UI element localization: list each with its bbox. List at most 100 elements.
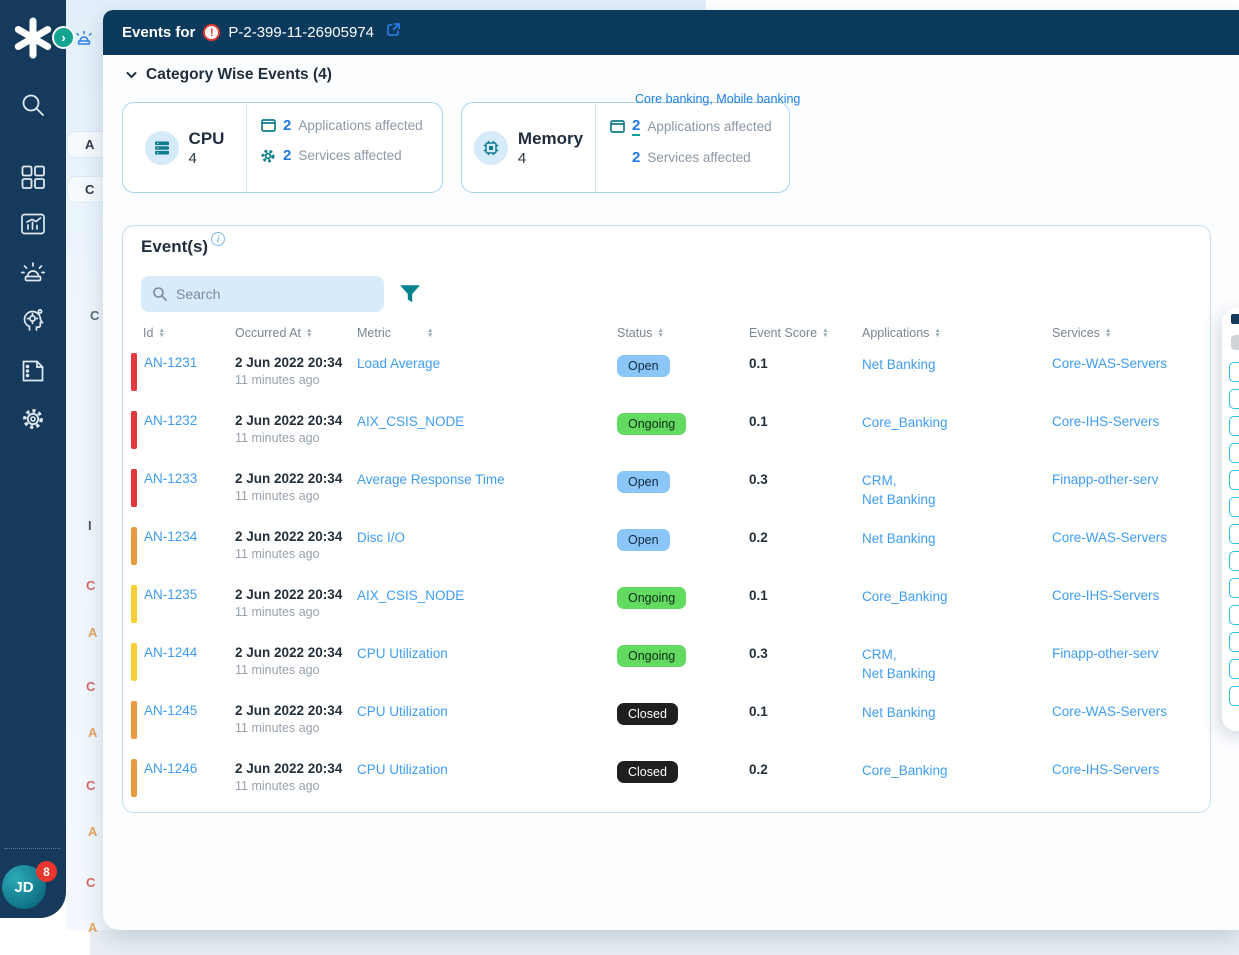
application-link[interactable]: Net Banking [862, 490, 1052, 509]
metric-link[interactable]: Load Average [357, 356, 440, 371]
occurred-at-cell: 2 Jun 2022 20:34 11 minutes ago [235, 466, 357, 503]
severity-bar [131, 643, 137, 681]
filter-item[interactable] [1229, 443, 1239, 463]
event-id-link[interactable]: AN-1246 [144, 761, 197, 797]
id-cell: AN-1233 [131, 466, 235, 507]
column-header-services[interactable]: Services ▲ ▼ [1052, 326, 1210, 340]
background-bottom-strip [90, 930, 1239, 955]
event-id-link[interactable]: AN-1244 [144, 645, 197, 681]
application-link[interactable]: Core_Banking [862, 413, 1052, 432]
event-id-link[interactable]: AN-1232 [144, 413, 197, 449]
filter-item[interactable] [1229, 389, 1239, 409]
services-affected-count[interactable]: 2 [283, 147, 291, 164]
filter-item[interactable] [1229, 578, 1239, 598]
occurred-at-cell: 2 Jun 2022 20:34 11 minutes ago [235, 350, 357, 387]
filter-item[interactable] [1229, 470, 1239, 490]
severity-bar [131, 585, 137, 623]
applications-icon [609, 119, 625, 135]
filter-item[interactable] [1229, 551, 1239, 571]
filter-item[interactable] [1229, 605, 1239, 625]
filter-panel-input[interactable] [1231, 335, 1239, 350]
category-section-toggle[interactable]: Category Wise Events (4) [126, 66, 332, 84]
application-link[interactable]: Net Banking [862, 703, 1052, 722]
severity-bar [131, 411, 137, 449]
filter-item[interactable] [1229, 497, 1239, 517]
event-score-value: 0.2 [749, 530, 768, 545]
search-input[interactable] [176, 286, 356, 302]
filter-funnel-icon[interactable] [399, 283, 421, 305]
column-header-status[interactable]: Status ▲ ▼ [617, 326, 749, 340]
application-link[interactable]: Core_Banking [862, 587, 1052, 606]
applications-cell: CRM, Net Banking [862, 466, 1052, 509]
metric-link[interactable]: AIX_CSIS_NODE [357, 588, 464, 603]
service-link[interactable]: Core-WAS-Servers [1052, 356, 1167, 371]
application-link[interactable]: Net Banking [862, 529, 1052, 548]
category-name: Memory [517, 128, 584, 148]
service-link[interactable]: Finapp-other-serv [1052, 646, 1159, 661]
metric-cell: Disc I/O [357, 524, 617, 547]
column-header-applications[interactable]: Applications ▲ ▼ [862, 326, 1052, 340]
filter-side-panel [1222, 308, 1239, 731]
applications-affected-count[interactable]: 2 [283, 117, 291, 134]
filter-item[interactable] [1229, 362, 1239, 382]
event-id-link[interactable]: AN-1234 [144, 529, 197, 565]
application-link[interactable]: CRM, [862, 645, 1052, 664]
metric-link[interactable]: CPU Utilization [357, 646, 448, 661]
column-header-occurred-at[interactable]: Occurred At ▲ ▼ [235, 326, 357, 340]
filter-item[interactable] [1229, 686, 1239, 706]
status-badge: Closed [617, 761, 678, 783]
alarm-siren-icon[interactable] [19, 258, 47, 286]
applications-affected-count[interactable]: 2 [632, 117, 641, 136]
metric-link[interactable]: Average Response Time [357, 472, 505, 487]
category-card-memory: Memory 4 2 Applications affected 2 Servi… [461, 102, 790, 193]
application-link[interactable]: Core_Banking [862, 761, 1052, 780]
event-score-cell: 0.2 [749, 756, 862, 779]
metric-link[interactable]: Disc I/O [357, 530, 405, 545]
event-score-cell: 0.1 [749, 582, 862, 605]
filter-item[interactable] [1229, 524, 1239, 544]
filter-panel-icon[interactable] [1231, 314, 1239, 324]
application-link[interactable]: Net Banking [862, 664, 1052, 683]
analytics-chart-icon[interactable] [19, 210, 47, 238]
column-header-id[interactable]: Id ▲ ▼ [131, 326, 235, 340]
background-glyph: C [86, 679, 96, 694]
services-cell: Core-WAS-Servers [1052, 524, 1210, 547]
filter-item[interactable] [1229, 659, 1239, 679]
service-link[interactable]: Core-IHS-Servers [1052, 588, 1159, 603]
open-in-new-icon[interactable] [386, 22, 401, 37]
ai-insights-head-icon[interactable] [19, 306, 47, 334]
service-link[interactable]: Core-WAS-Servers [1052, 704, 1167, 719]
reports-icon[interactable] [19, 357, 47, 385]
metric-link[interactable]: CPU Utilization [357, 762, 448, 777]
id-cell: AN-1234 [131, 524, 235, 565]
filter-item[interactable] [1229, 632, 1239, 652]
dashboard-grid-icon[interactable] [19, 163, 47, 191]
service-link[interactable]: Core-IHS-Servers [1052, 414, 1159, 429]
info-icon[interactable]: i [211, 232, 226, 246]
settings-gear-icon[interactable] [19, 405, 47, 433]
services-affected-count[interactable]: 2 [632, 149, 640, 166]
app-logo-icon[interactable] [11, 16, 55, 60]
application-link[interactable]: CRM, [862, 471, 1052, 490]
event-id-link[interactable]: AN-1235 [144, 587, 197, 623]
chevron-down-icon [126, 72, 137, 79]
service-link[interactable]: Core-IHS-Servers [1052, 762, 1159, 777]
filter-item[interactable] [1229, 416, 1239, 436]
metric-link[interactable]: AIX_CSIS_NODE [357, 414, 464, 429]
application-link[interactable]: Net Banking [862, 355, 1052, 374]
sidebar-expand-toggle[interactable]: › [52, 26, 75, 49]
search-nav-icon[interactable] [19, 91, 47, 119]
status-cell: Open [617, 466, 749, 493]
event-id-link[interactable]: AN-1231 [144, 355, 197, 391]
status-badge: Closed [617, 703, 678, 725]
status-cell: Ongoing [617, 408, 749, 435]
service-link[interactable]: Finapp-other-serv [1052, 472, 1159, 487]
incident-id: P-2-399-11-26905974 [228, 24, 375, 41]
metric-link[interactable]: CPU Utilization [357, 704, 448, 719]
column-header-metric[interactable]: Metric ▲ ▼ [357, 326, 617, 340]
category-name: CPU [188, 128, 225, 148]
event-id-link[interactable]: AN-1245 [144, 703, 197, 739]
service-link[interactable]: Core-WAS-Servers [1052, 530, 1167, 545]
column-header-event-score[interactable]: Event Score ▲ ▼ [749, 326, 862, 340]
event-id-link[interactable]: AN-1233 [144, 471, 197, 507]
